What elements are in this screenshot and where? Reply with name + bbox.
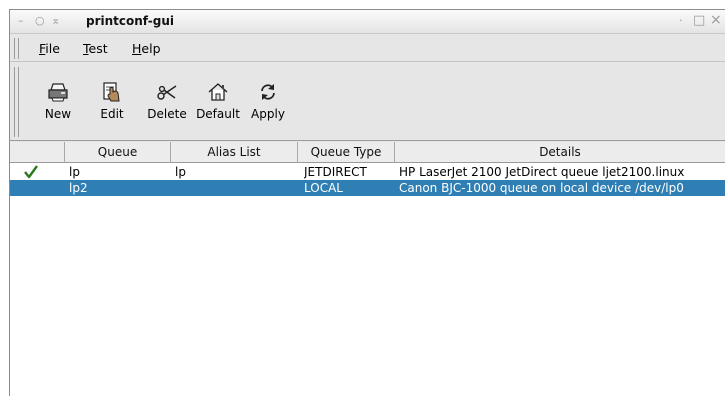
menubar-grip[interactable] xyxy=(14,38,19,59)
apply-arrows-icon xyxy=(246,81,290,105)
table-row[interactable]: lp lp JETDIRECT HP LaserJet 2100 JetDire… xyxy=(10,164,725,180)
column-header-queue[interactable]: Queue xyxy=(65,142,171,163)
cell-queue-type: LOCAL xyxy=(304,181,343,195)
shade-button[interactable]: · xyxy=(679,14,683,27)
table-row[interactable]: lp2 LOCAL Canon BJC-1000 queue on local … xyxy=(10,180,725,196)
column-header-queue-type[interactable]: Queue Type xyxy=(298,142,395,163)
cell-queue: lp2 xyxy=(69,181,88,195)
menu-bar: File Test Help xyxy=(10,35,725,62)
list-header: Queue Alias List Queue Type Details xyxy=(10,142,725,163)
close-button[interactable]: × xyxy=(710,12,722,28)
menu-test-label: est xyxy=(88,41,108,56)
minimize-button[interactable]: – xyxy=(18,14,24,27)
title-bar[interactable]: – ○ ⌅ printconf-gui · □ × xyxy=(10,10,725,34)
edit-button[interactable]: Edit xyxy=(92,81,132,121)
apply-label: Apply xyxy=(251,107,285,121)
printconf-window: – ○ ⌅ printconf-gui · □ × File Test Help… xyxy=(9,9,725,396)
window-title: printconf-gui xyxy=(86,14,175,28)
cell-alias: lp xyxy=(175,165,186,179)
edit-label: Edit xyxy=(100,107,124,121)
cell-queue: lp xyxy=(69,165,80,179)
cell-queue-type: JETDIRECT xyxy=(304,165,367,179)
new-label: New xyxy=(44,107,72,121)
scissors-icon xyxy=(144,81,190,105)
new-button[interactable]: New xyxy=(38,81,78,121)
home-icon xyxy=(194,81,242,105)
window-menu-button[interactable]: ⌅ xyxy=(51,14,60,27)
menu-help-label: elp xyxy=(141,41,161,56)
delete-label: Delete xyxy=(147,107,187,121)
column-header-default[interactable] xyxy=(10,142,65,163)
default-button[interactable]: Default xyxy=(194,81,242,121)
menu-file[interactable]: File xyxy=(39,41,60,56)
queue-list[interactable]: Queue Alias List Queue Type Details lp l… xyxy=(10,142,725,396)
edit-hand-icon xyxy=(92,81,132,105)
toolbar-grip[interactable] xyxy=(14,67,19,137)
default-label: Default xyxy=(196,107,240,121)
apply-button[interactable]: Apply xyxy=(246,81,290,121)
column-header-alias-list[interactable]: Alias List xyxy=(171,142,298,163)
circle-button[interactable]: ○ xyxy=(35,14,45,27)
column-header-details[interactable]: Details xyxy=(395,142,725,163)
menu-test[interactable]: Test xyxy=(83,41,108,56)
delete-button[interactable]: Delete xyxy=(144,81,190,121)
cell-details: HP LaserJet 2100 JetDirect queue ljet210… xyxy=(399,165,685,179)
toolbar: New Edit Delete Default Apply xyxy=(10,63,725,141)
menu-file-label: ile xyxy=(45,41,60,56)
checkmark-icon xyxy=(24,164,38,180)
menu-help-mnemonic: H xyxy=(132,41,142,56)
printer-icon xyxy=(38,81,78,105)
maximize-button[interactable]: □ xyxy=(693,13,705,28)
menu-help[interactable]: Help xyxy=(132,41,161,56)
cell-details: Canon BJC-1000 queue on local device /de… xyxy=(399,181,684,195)
